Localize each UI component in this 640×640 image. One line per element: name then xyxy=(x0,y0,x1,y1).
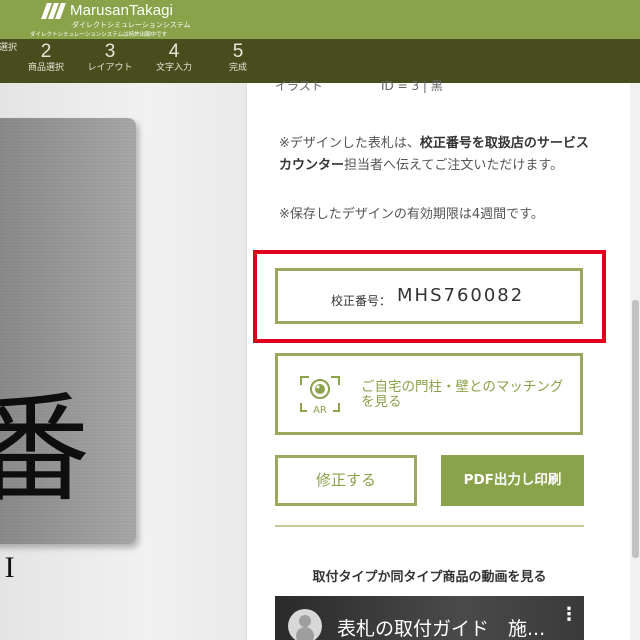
order-instruction-note: ※デザインした表札は、校正番号を取扱店のサービスカウンター担当者へ伝えてご注文い… xyxy=(279,133,589,177)
expiry-note: ※保存したデザインの有効期限は4週間です。 xyxy=(279,207,544,222)
step-3[interactable]: 3 レイアウト xyxy=(80,42,140,75)
app-window: MarusanTakagi ダイレクトシミュレーションシステム ダイレクトシミュ… xyxy=(0,0,640,640)
illustration-summary-row: イラスト ID = 3 | 黒 xyxy=(275,77,443,94)
summary-label: イラスト xyxy=(275,79,323,93)
ar-matching-label: ご自宅の門柱・壁とのマッチングを見る xyxy=(361,379,564,410)
section-divider xyxy=(275,525,584,527)
pdf-print-button[interactable]: PDF出力し印刷 xyxy=(441,455,584,506)
logo-name: MarusanTakagi xyxy=(70,2,174,19)
step-label: レイアウト xyxy=(87,63,133,73)
video-title[interactable]: 表札の取付ガイド 施... xyxy=(337,614,545,640)
step-number: 3 xyxy=(104,41,116,62)
video-player[interactable]: 表札の取付ガイド 施... ⋮ xyxy=(275,596,584,640)
logo-mark-icon xyxy=(41,3,66,19)
note-text: ※デザインした表札は、 xyxy=(279,136,420,151)
proof-number-box: 校正番号： MHS760082 xyxy=(275,268,583,324)
nameplate-kanji: 番 xyxy=(0,380,91,518)
step-5[interactable]: 5 完成 xyxy=(208,42,268,75)
step-label: 完成 xyxy=(228,63,247,73)
ar-camera-icon: AR xyxy=(300,376,340,415)
logo-patent-note: ダイレクトシミュレーションシステムは特許出願中です xyxy=(30,32,168,38)
summary-value: ID = 3 | 黒 xyxy=(381,79,443,93)
edit-button[interactable]: 修正する xyxy=(275,455,417,506)
header-bar: MarusanTakagi ダイレクトシミュレーションシステム ダイレクトシミュ… xyxy=(0,0,640,39)
step-number: 5 xyxy=(232,41,244,62)
scrollbar-thumb[interactable] xyxy=(632,300,639,558)
channel-avatar-icon[interactable] xyxy=(288,609,322,640)
step-label: 文字入力 xyxy=(155,63,192,73)
ar-matching-button[interactable]: AR ご自宅の門柱・壁とのマッチングを見る xyxy=(275,353,583,435)
logo-subtitle: ダイレクトシミュレーションシステム xyxy=(72,21,191,29)
nameplate-romaji: HI xyxy=(0,551,20,584)
more-options-icon[interactable]: ⋮ xyxy=(560,606,578,624)
ar-icon-label: AR xyxy=(313,405,327,415)
step-4[interactable]: 4 文字入力 xyxy=(144,42,204,75)
note-text-end: 担当者へ伝えてご注文いただけます。 xyxy=(344,158,564,173)
step-number: 2 xyxy=(40,41,52,62)
proof-number-value: MHS760082 xyxy=(397,285,525,306)
proof-number-label: 校正番号： xyxy=(331,294,392,308)
step-number: 4 xyxy=(168,41,180,62)
step-2[interactable]: 2 商品選択 xyxy=(16,42,76,75)
video-section-title: 取付タイプか同タイプ商品の動画を見る xyxy=(312,570,547,585)
step-label: 商品選択 xyxy=(27,63,64,73)
